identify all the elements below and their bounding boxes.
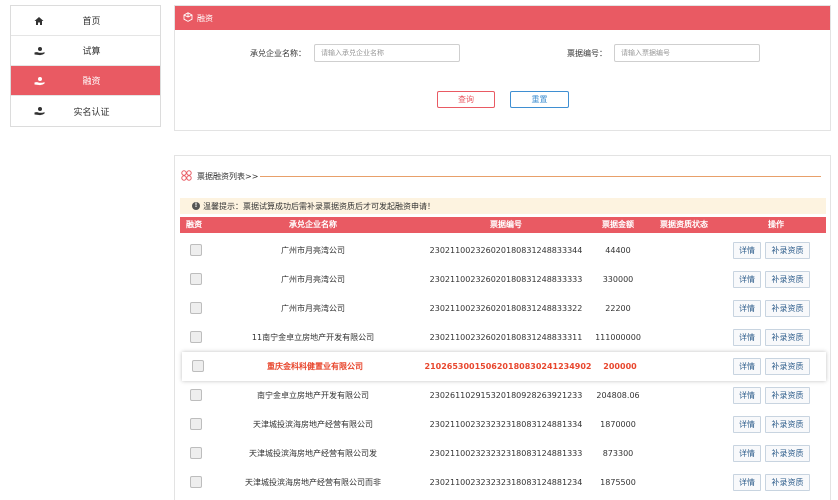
company-cell: 广州市月亮湾公司 [281,275,345,284]
supplement-button[interactable]: 补录资质 [765,300,810,317]
bill-financing-list: 票据融资列表>> ! 温馨提示：票据试算成功后需补录票据资质后才可发起融资申请！… [174,155,831,500]
supplement-button[interactable]: 补录资质 [765,329,810,346]
column-header: 承兑企业名称 [289,220,337,229]
supplement-button[interactable]: 补录资质 [765,416,810,433]
info-icon: ! [192,202,200,210]
row-checkbox[interactable] [190,447,202,459]
bill-number-cell: 230211002326020180831248833322 [429,304,583,313]
bill-number-cell: 230211002323232318083124881333 [429,449,583,458]
row-checkbox[interactable] [190,244,202,256]
detail-button[interactable]: 详情 [733,474,761,491]
company-cell: 天津城投滨海房地产经营有限公司发 [249,449,377,458]
panel-header: 融资 [175,6,830,30]
row-checkbox[interactable] [190,331,202,343]
table-row: 广州市月亮湾公司 230211002326020180831248833344 … [180,236,826,265]
amount-cell: 1870000 [600,420,636,429]
amount-cell: 330000 [602,275,634,284]
supplement-button[interactable]: 补录资质 [765,358,810,375]
search-panel: 融资 承兑企业名称： 票据编号： 查询 重置 [174,5,831,131]
amount-cell: 1875500 [600,478,636,487]
table-row: 天津城投滨海房地产经营有限公司而非 2302110023232323180831… [180,468,826,497]
row-checkbox[interactable] [190,418,202,430]
amount-cell: 873300 [602,449,634,458]
detail-button[interactable]: 详情 [733,329,761,346]
supplement-button[interactable]: 补录资质 [765,387,810,404]
supplement-button[interactable]: 补录资质 [765,242,810,259]
row-checkbox[interactable] [190,476,202,488]
sidebar-item-trial[interactable]: 试算 [11,36,160,66]
reset-button[interactable]: 重置 [510,91,569,108]
detail-button[interactable]: 详情 [733,242,761,259]
sidebar-item-home[interactable]: 首页 [11,6,160,36]
supplement-button[interactable]: 补录资质 [765,445,810,462]
column-header: 票据资质状态 [660,220,708,229]
list-title: 票据融资列表>> [197,171,259,181]
column-header: 票据金额 [602,220,634,229]
panel-title: 融资 [197,13,213,23]
row-checkbox[interactable] [190,302,202,314]
bill-number-cell: 230211002326020180831248833311 [429,333,583,342]
detail-button[interactable]: 详情 [733,445,761,462]
flower-icon [181,169,192,183]
row-checkbox[interactable] [192,360,204,372]
company-cell: 天津城投滨海房地产经营有限公司 [253,420,373,429]
column-header: 操作 [768,220,784,229]
company-cell: 天津城投滨海房地产经营有限公司而非 [245,478,381,487]
detail-button[interactable]: 详情 [733,300,761,317]
cube-icon [183,12,193,24]
supplement-button[interactable]: 补录资质 [765,474,810,491]
column-header: 票据编号 [490,220,522,229]
notice-text: 温馨提示：票据试算成功后需补录票据资质后才可发起融资申请！ [203,201,435,211]
detail-button[interactable]: 详情 [733,271,761,288]
company-cell: 重庆金科科健置业有限公司 [267,362,363,371]
table-row: 南宁金卓立房地产开发有限公司 2302611029153201809282639… [180,381,826,410]
amount-cell: 111000000 [595,333,641,342]
company-name-input[interactable] [314,44,460,62]
detail-button[interactable]: 详情 [733,416,761,433]
amount-cell: 22200 [605,304,631,313]
column-header: 融资 [186,220,202,229]
sidebar-item-label: 试算 [82,47,101,57]
company-cell: 广州市月亮湾公司 [281,304,345,313]
table-row: 广州市月亮湾公司 230211002326020180831248833322 … [180,294,826,323]
bill-number-label: 票据编号： [567,49,607,58]
row-checkbox[interactable] [190,273,202,285]
detail-button[interactable]: 详情 [733,387,761,404]
amount-cell: 44400 [605,246,631,255]
detail-button[interactable]: 详情 [733,358,761,375]
amount-cell: 200000 [603,362,637,371]
notice-tip: ! 温馨提示：票据试算成功后需补录票据资质后才可发起融资申请！ [180,198,826,214]
title-divider [260,175,821,177]
bill-number-input[interactable] [614,44,760,62]
table-row: 天津城投滨海房地产经营有限公司 230211002323232318083124… [180,410,826,439]
bill-number-cell: 230261102915320180928263921233 [429,391,583,400]
sidebar-nav: 首页 试算 融资 实名认证 [10,5,161,127]
table-header: 融资 承兑企业名称 票据编号 票据金额 票据资质状态 操作 [180,217,826,233]
row-checkbox[interactable] [190,389,202,401]
sidebar-item-financing[interactable]: 融资 [11,66,160,96]
table-row: 广州市月亮湾公司 230211002326020180831248833333 … [180,265,826,294]
company-cell: 广州市月亮湾公司 [281,246,345,255]
list-header: 票据融资列表>> [181,168,821,184]
company-name-label: 承兑企业名称： [250,49,306,58]
bill-number-cell: 230211002326020180831248833344 [429,246,583,255]
bill-number-cell: 210265300150620180830241234902 [424,362,592,371]
supplement-button[interactable]: 补录资质 [765,271,810,288]
sidebar-item-label: 实名认证 [73,107,110,118]
amount-cell: 204808.06 [596,391,640,400]
table-row-highlighted: 重庆金科科健置业有限公司 210265300150620180830241234… [182,352,826,381]
company-cell: 南宁金卓立房地产开发有限公司 [257,391,369,400]
sidebar-item-real-name-auth[interactable]: 实名认证 [11,96,160,126]
query-button[interactable]: 查询 [437,91,495,108]
sidebar-item-label: 首页 [82,17,101,27]
company-cell: 11南宁金卓立房地产开发有限公司 [251,333,375,342]
table-row: 天津城投滨海房地产经营有限公司发 23021100232323231808312… [180,439,826,468]
sidebar-item-label: 融资 [82,77,101,87]
bill-number-cell: 230211002323232318083124881234 [429,478,583,487]
table-row: 11南宁金卓立房地产开发有限公司 23021100232602018083124… [180,323,826,352]
bill-number-cell: 230211002323232318083124881334 [429,420,583,429]
bill-number-cell: 230211002326020180831248833333 [429,275,583,284]
